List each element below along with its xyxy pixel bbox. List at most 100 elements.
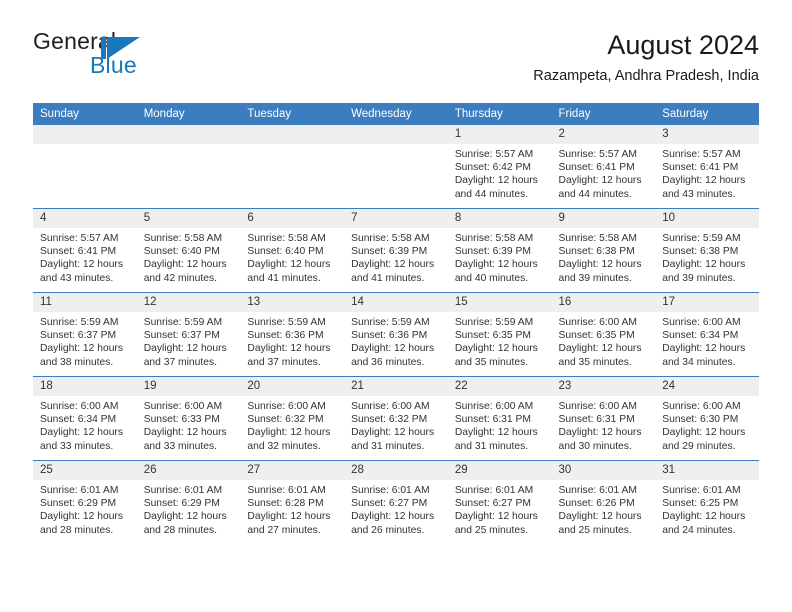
day-details: Sunrise: 6:00 AM Sunset: 6:32 PM Daylight:… (344, 396, 448, 453)
calendar-day-cell[interactable]: 12 Sunrise: 5:59 AM Sunset: 6:37 PM Dayligh… (136, 292, 241, 377)
day-details: Sunrise: 6:00 AM Sunset: 6:34 PM Daylight:… (655, 312, 759, 369)
day-number: 19 (136, 377, 241, 396)
daylight-text: and 32 minutes. (247, 440, 321, 452)
calendar-day-cell[interactable]: 13 Sunrise: 5:59 AM Sunset: 6:36 PM Dayligh… (240, 292, 345, 377)
calendar-day-cell[interactable]: 30 Sunrise: 6:01 AM Sunset: 6:26 PM Dayligh… (551, 460, 656, 544)
day-number: 28 (344, 461, 448, 480)
day-number: 7 (344, 209, 448, 228)
calendar-day-cell[interactable]: 25 Sunrise: 6:01 AM Sunset: 6:29 PM Dayligh… (33, 460, 137, 544)
day-number: 27 (240, 461, 345, 480)
calendar-day-cell[interactable]: 31 Sunrise: 6:01 AM Sunset: 6:25 PM Dayligh… (655, 460, 759, 544)
day-details: Sunrise: 6:00 AM Sunset: 6:33 PM Daylight:… (137, 396, 241, 453)
calendar-day-cell[interactable]: 18 Sunrise: 6:00 AM Sunset: 6:34 PM Dayligh… (33, 376, 137, 461)
daylight-text: and 37 minutes. (247, 356, 321, 368)
sunrise-text: Sunrise: 6:00 AM (351, 401, 430, 412)
weekday-header-wednesday: Wednesday (344, 103, 448, 125)
sunset-text: Sunset: 6:41 PM (40, 246, 117, 258)
calendar-day-cell[interactable]: 9 Sunrise: 5:58 AM Sunset: 6:38 PM Daylight… (551, 208, 656, 293)
sunrise-text: Sunrise: 6:00 AM (558, 401, 637, 412)
daylight-text: and 30 minutes. (558, 440, 632, 452)
day-number (240, 125, 345, 144)
calendar-day-cell[interactable]: 14 Sunrise: 5:59 AM Sunset: 6:36 PM Dayligh… (344, 292, 448, 377)
day-number: 17 (655, 293, 759, 312)
calendar-page: General Blue August 2024 Razampeta, Andh… (0, 0, 792, 612)
daylight-text: Daylight: 12 hours (143, 427, 227, 439)
day-details: Sunrise: 6:00 AM Sunset: 6:30 PM Daylight:… (655, 396, 759, 453)
calendar-day-cell[interactable]: 29 Sunrise: 6:01 AM Sunset: 6:27 PM Dayligh… (447, 460, 552, 544)
calendar-day-cell[interactable]: 1 Sunrise: 5:57 AM Sunset: 6:42 PM Daylight… (447, 125, 552, 209)
calendar-day-cell[interactable]: 26 Sunrise: 6:01 AM Sunset: 6:29 PM Dayligh… (136, 460, 241, 544)
daylight-text: Daylight: 12 hours (454, 175, 538, 187)
calendar-day-cell[interactable]: 23 Sunrise: 6:00 AM Sunset: 6:31 PM Dayligh… (551, 376, 656, 461)
sunset-text: Sunset: 6:30 PM (662, 414, 739, 426)
daylight-text: Daylight: 12 hours (40, 343, 123, 355)
calendar-day-cell[interactable]: 3 Sunrise: 5:57 AM Sunset: 6:41 PM Daylight… (655, 125, 759, 209)
calendar-day-cell[interactable]: 5 Sunrise: 5:58 AM Sunset: 6:40 PM Daylight… (136, 208, 241, 293)
sunset-text: Sunset: 6:39 PM (454, 246, 531, 258)
daylight-text: and 29 minutes. (662, 440, 736, 452)
day-details: Sunrise: 6:01 AM Sunset: 6:29 PM Daylight:… (33, 480, 137, 537)
day-details: Sunrise: 5:57 AM Sunset: 6:41 PM Daylight:… (552, 144, 656, 201)
sunrise-text: Sunrise: 5:57 AM (662, 149, 741, 160)
sunset-text: Sunset: 6:28 PM (247, 498, 324, 510)
sunrise-text: Sunrise: 6:01 AM (454, 485, 534, 496)
weekday-header: Sunday Monday Tuesday Wednesday Thursday… (33, 103, 759, 125)
calendar-day-cell[interactable]: 19 Sunrise: 6:00 AM Sunset: 6:33 PM Dayligh… (136, 376, 241, 461)
calendar-day-cell[interactable]: 21 Sunrise: 6:00 AM Sunset: 6:32 PM Dayligh… (344, 376, 448, 461)
calendar-day-cell[interactable]: 11 Sunrise: 5:59 AM Sunset: 6:37 PM Dayligh… (33, 292, 137, 377)
weekday-header-sunday: Sunday (33, 103, 137, 125)
day-number: 16 (551, 293, 656, 312)
sunset-text: Sunset: 6:34 PM (40, 414, 117, 426)
day-number: 24 (655, 377, 759, 396)
sunrise-text: Sunrise: 5:58 AM (351, 233, 430, 244)
sunset-text: Sunset: 6:40 PM (143, 246, 220, 258)
calendar-day-cell[interactable]: 20 Sunrise: 6:00 AM Sunset: 6:32 PM Dayligh… (240, 376, 345, 461)
daylight-text: Daylight: 12 hours (558, 511, 642, 523)
calendar-day-cell[interactable]: 15 Sunrise: 5:59 AM Sunset: 6:35 PM Dayligh… (447, 292, 552, 377)
calendar-day-cell[interactable]: 8 Sunrise: 5:58 AM Sunset: 6:39 PM Daylight… (447, 208, 552, 293)
calendar-day-cell[interactable]: 7 Sunrise: 5:58 AM Sunset: 6:39 PM Daylight… (344, 208, 448, 293)
calendar-day-cell[interactable]: 10 Sunrise: 5:59 AM Sunset: 6:38 PM Dayligh… (655, 208, 759, 293)
brand-logo[interactable]: General Blue (33, 28, 253, 90)
daylight-text: Daylight: 12 hours (351, 259, 435, 271)
daylight-text: Daylight: 12 hours (662, 343, 746, 355)
sunset-text: Sunset: 6:32 PM (247, 414, 324, 426)
sunrise-text: Sunrise: 6:00 AM (40, 401, 119, 412)
calendar-day-cell[interactable]: 22 Sunrise: 6:00 AM Sunset: 6:31 PM Dayligh… (447, 376, 552, 461)
calendar-day-cell[interactable]: 2 Sunrise: 5:57 AM Sunset: 6:41 PM Daylight… (551, 125, 656, 209)
calendar-week-row: 11 Sunrise: 5:59 AM Sunset: 6:37 PM Dayligh… (33, 292, 759, 377)
day-number: 14 (344, 293, 448, 312)
daylight-text: Daylight: 12 hours (247, 259, 331, 271)
sunrise-text: Sunrise: 5:59 AM (143, 317, 223, 328)
daylight-text: and 24 minutes. (662, 524, 736, 536)
calendar-day-cell[interactable]: 28 Sunrise: 6:01 AM Sunset: 6:27 PM Dayligh… (344, 460, 448, 544)
day-details: Sunrise: 5:59 AM Sunset: 6:37 PM Daylight:… (137, 312, 241, 369)
sunset-text: Sunset: 6:36 PM (247, 330, 324, 342)
weekday-header-friday: Friday (551, 103, 656, 125)
calendar-day-cell[interactable]: 24 Sunrise: 6:00 AM Sunset: 6:30 PM Dayligh… (655, 376, 759, 461)
daylight-text: and 41 minutes. (247, 272, 321, 284)
day-number: 12 (136, 293, 241, 312)
sunrise-text: Sunrise: 6:00 AM (454, 401, 534, 412)
daylight-text: Daylight: 12 hours (40, 511, 123, 523)
calendar-day-cell[interactable]: 27 Sunrise: 6:01 AM Sunset: 6:28 PM Dayligh… (240, 460, 345, 544)
daylight-text: and 31 minutes. (351, 440, 425, 452)
calendar-day-cell[interactable]: 6 Sunrise: 5:58 AM Sunset: 6:40 PM Daylight… (240, 208, 345, 293)
day-number: 13 (240, 293, 345, 312)
calendar-day-cell[interactable]: 16 Sunrise: 6:00 AM Sunset: 6:35 PM Dayligh… (551, 292, 656, 377)
daylight-text: and 44 minutes. (454, 188, 529, 200)
sunset-text: Sunset: 6:26 PM (558, 498, 635, 510)
daylight-text: and 35 minutes. (558, 356, 632, 368)
sunrise-text: Sunrise: 6:00 AM (143, 401, 223, 412)
day-number: 3 (655, 125, 759, 144)
sunrise-text: Sunrise: 5:59 AM (247, 317, 326, 328)
day-number: 2 (551, 125, 656, 144)
weekday-header-thursday: Thursday (447, 103, 552, 125)
calendar-day-cell[interactable]: 4 Sunrise: 5:57 AM Sunset: 6:41 PM Daylight… (33, 208, 137, 293)
sunrise-text: Sunrise: 6:01 AM (351, 485, 430, 496)
daylight-text: Daylight: 12 hours (454, 343, 538, 355)
sunrise-text: Sunrise: 5:57 AM (558, 149, 637, 160)
calendar-day-cell[interactable]: 17 Sunrise: 6:00 AM Sunset: 6:34 PM Dayligh… (655, 292, 759, 377)
daylight-text: and 25 minutes. (454, 524, 529, 536)
day-details: Sunrise: 5:59 AM Sunset: 6:36 PM Daylight:… (240, 312, 344, 369)
